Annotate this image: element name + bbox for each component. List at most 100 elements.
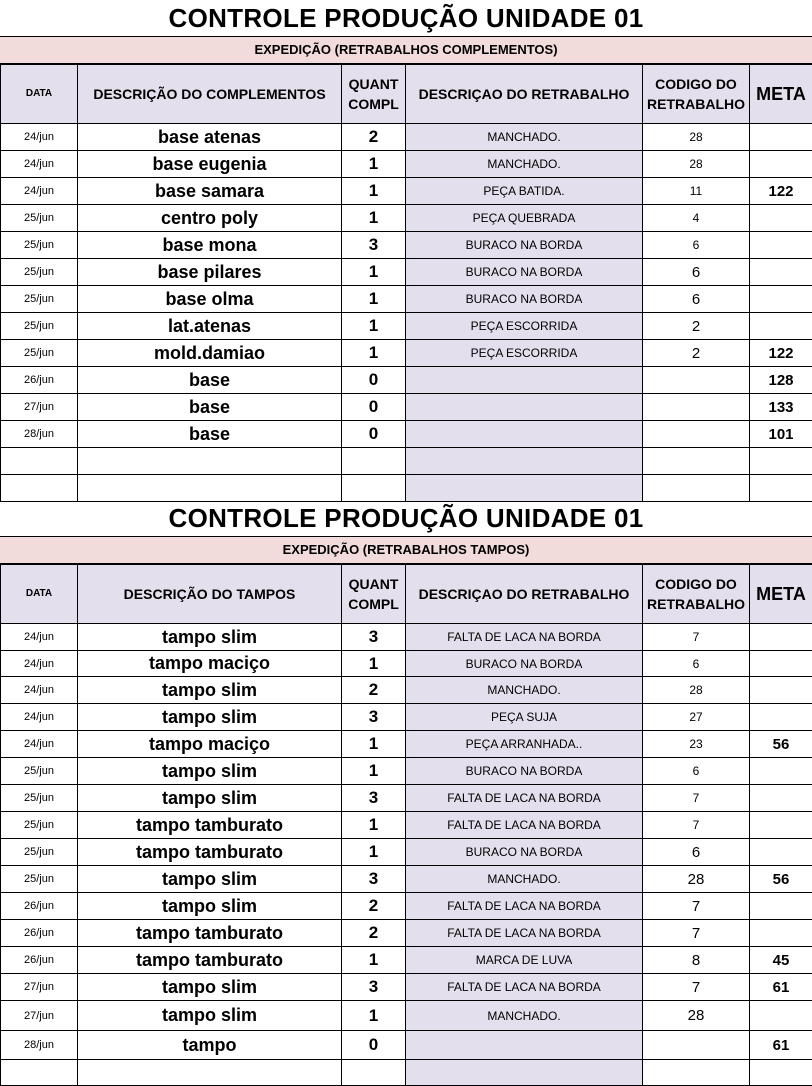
- cell-date: 25/jun: [1, 340, 78, 367]
- cell-meta: 122: [750, 178, 812, 205]
- cell-rework-code: 2: [643, 340, 750, 367]
- cell-rework-description: MANCHADO.: [406, 1001, 643, 1031]
- cell-meta: [750, 677, 812, 704]
- cell-description: base eugenia: [78, 151, 342, 178]
- cell-meta: [750, 205, 812, 232]
- header-quantity: QUANT COMPL: [342, 65, 406, 124]
- cell-quantity: 3: [342, 624, 406, 651]
- cell-rework-description: BURACO NA BORDA: [406, 286, 643, 313]
- cell-date: 26/jun: [1, 947, 78, 974]
- cell-date: 25/jun: [1, 313, 78, 340]
- cell-date: [1, 448, 78, 475]
- cell-rework-description: [406, 1060, 643, 1086]
- header-quantity: QUANT COMPL: [342, 565, 406, 624]
- cell-date: 26/jun: [1, 893, 78, 920]
- cell-rework-description: [406, 448, 643, 475]
- cell-rework-code: [643, 1031, 750, 1060]
- table-row: 24/junbase samara1PEÇA BATIDA.11122: [1, 178, 812, 205]
- cell-description: tampo tamburato: [78, 812, 342, 839]
- cell-rework-code: [643, 421, 750, 448]
- cell-rework-code: 6: [643, 259, 750, 286]
- cell-date: 24/jun: [1, 651, 78, 677]
- cell-meta: [750, 232, 812, 259]
- cell-rework-description: BURACO NA BORDA: [406, 259, 643, 286]
- cell-rework-code: 6: [643, 232, 750, 259]
- header-rework-description: DESCRIÇAO DO RETRABALHO: [406, 565, 643, 624]
- cell-date: 25/jun: [1, 259, 78, 286]
- cell-rework-code: [643, 448, 750, 475]
- cell-description: tampo tamburato: [78, 920, 342, 947]
- cell-meta: [750, 920, 812, 947]
- cell-quantity: 2: [342, 677, 406, 704]
- header-date: DATA: [1, 65, 78, 124]
- table-row: 24/juntampo slim2MANCHADO.28: [1, 677, 812, 704]
- cell-date: 25/jun: [1, 812, 78, 839]
- table-row: [1, 475, 812, 502]
- cell-rework-description: BURACO NA BORDA: [406, 758, 643, 785]
- cell-quantity: 1: [342, 313, 406, 340]
- cell-rework-code: 27: [643, 704, 750, 731]
- cell-rework-description: MANCHADO.: [406, 866, 643, 893]
- cell-rework-description: PEÇA BATIDA.: [406, 178, 643, 205]
- cell-rework-code: 7: [643, 624, 750, 651]
- table-row: 28/juntampo061: [1, 1031, 812, 1060]
- table-row: 25/junmold.damiao1PEÇA ESCORRIDA2122: [1, 340, 812, 367]
- cell-description: tampo slim: [78, 974, 342, 1001]
- cell-rework-code: 23: [643, 731, 750, 758]
- table-row: 24/juntampo maciço1BURACO NA BORDA6: [1, 651, 812, 677]
- table-row: 24/junbase eugenia1MANCHADO.28: [1, 151, 812, 178]
- cell-date: 28/jun: [1, 421, 78, 448]
- cell-description: base: [78, 367, 342, 394]
- cell-rework-code: 28: [643, 1001, 750, 1031]
- cell-meta: 133: [750, 394, 812, 421]
- cell-quantity: 1: [342, 178, 406, 205]
- cell-rework-description: FALTA DE LACA NA BORDA: [406, 974, 643, 1001]
- table-row: 25/junlat.atenas1PEÇA ESCORRIDA2: [1, 313, 812, 340]
- cell-quantity: 1: [342, 340, 406, 367]
- cell-rework-description: MANCHADO.: [406, 677, 643, 704]
- cell-description: tampo maciço: [78, 731, 342, 758]
- cell-quantity: 1: [342, 651, 406, 677]
- table-row: 26/juntampo tamburato2FALTA DE LACA NA B…: [1, 920, 812, 947]
- cell-quantity: 1: [342, 812, 406, 839]
- cell-rework-code: 28: [643, 151, 750, 178]
- cell-description: tampo: [78, 1031, 342, 1060]
- table-row: 27/junbase0133: [1, 394, 812, 421]
- cell-description: [78, 1060, 342, 1086]
- cell-description: mold.damiao: [78, 340, 342, 367]
- cell-rework-description: FALTA DE LACA NA BORDA: [406, 920, 643, 947]
- cell-quantity: 3: [342, 974, 406, 1001]
- cell-description: tampo slim: [78, 1001, 342, 1031]
- cell-date: 25/jun: [1, 286, 78, 313]
- cell-meta: [750, 758, 812, 785]
- cell-quantity: 0: [342, 421, 406, 448]
- cell-meta: [750, 839, 812, 866]
- cell-rework-code: 6: [643, 651, 750, 677]
- table-row: 25/juntampo tamburato1FALTA DE LACA NA B…: [1, 812, 812, 839]
- tampos-table: DATA DESCRIÇÃO DO TAMPOS QUANT COMPL DES…: [0, 564, 812, 1086]
- cell-meta: 122: [750, 340, 812, 367]
- cell-rework-description: MANCHADO.: [406, 151, 643, 178]
- cell-description: tampo slim: [78, 785, 342, 812]
- table-row: 27/juntampo slim3FALTA DE LACA NA BORDA7…: [1, 974, 812, 1001]
- cell-date: 26/jun: [1, 920, 78, 947]
- cell-rework-description: PEÇA ESCORRIDA: [406, 340, 643, 367]
- cell-meta: [750, 651, 812, 677]
- cell-quantity: 1: [342, 205, 406, 232]
- cell-meta: 45: [750, 947, 812, 974]
- cell-quantity: 1: [342, 151, 406, 178]
- section-title: CONTROLE PRODUÇÃO UNIDADE 01: [0, 0, 812, 36]
- complementos-table: DATA DESCRIÇÃO DO COMPLEMENTOS QUANT COM…: [0, 64, 812, 502]
- cell-quantity: [342, 1060, 406, 1086]
- table-row: 25/juntampo slim3MANCHADO.2856: [1, 866, 812, 893]
- cell-rework-code: [643, 367, 750, 394]
- cell-quantity: [342, 475, 406, 502]
- cell-meta: [750, 893, 812, 920]
- cell-meta: [750, 785, 812, 812]
- table-row: 25/juntampo slim1BURACO NA BORDA6: [1, 758, 812, 785]
- cell-date: 25/jun: [1, 232, 78, 259]
- header-rework-description: DESCRIÇAO DO RETRABALHO: [406, 65, 643, 124]
- table-row: 25/junbase mona3BURACO NA BORDA6: [1, 232, 812, 259]
- cell-date: 28/jun: [1, 1031, 78, 1060]
- cell-date: 24/jun: [1, 178, 78, 205]
